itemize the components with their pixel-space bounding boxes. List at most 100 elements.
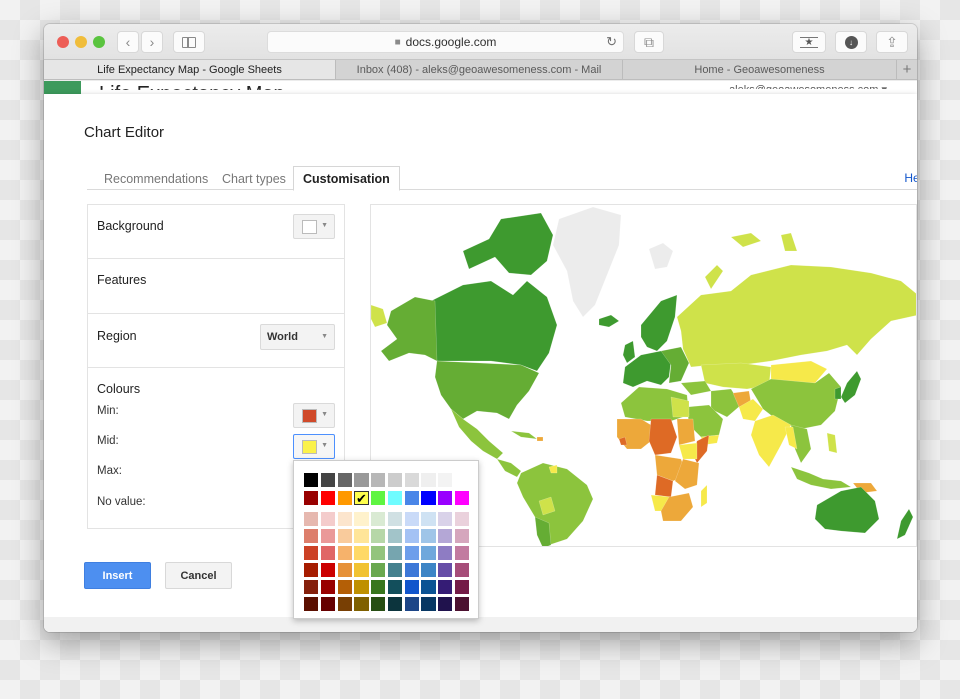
palette-swatch[interactable]: [455, 529, 470, 544]
share-button[interactable]: ⇪: [876, 31, 908, 53]
palette-swatch[interactable]: [337, 529, 352, 544]
region-turkey[interactable]: [680, 380, 712, 396]
palette-swatch[interactable]: [404, 563, 419, 578]
palette-swatch[interactable]: [455, 491, 470, 506]
address-bar[interactable]: ■ docs.google.com ↻: [267, 31, 624, 53]
palette-swatch[interactable]: [371, 546, 386, 561]
palette-swatch[interactable]: [304, 580, 319, 595]
palette-swatch[interactable]: [387, 512, 403, 527]
features-section[interactable]: Features: [88, 259, 344, 314]
insert-button[interactable]: Insert: [84, 562, 151, 589]
palette-swatch[interactable]: [438, 473, 453, 488]
palette-swatch[interactable]: [387, 473, 403, 488]
mid-color-button[interactable]: ▼: [293, 434, 335, 459]
region-south-america[interactable]: [516, 462, 594, 546]
palette-swatch[interactable]: [438, 546, 453, 561]
palette-swatch[interactable]: [354, 597, 369, 612]
palette-swatch[interactable]: [320, 597, 335, 612]
palette-swatch[interactable]: [404, 512, 419, 527]
region-severnaya[interactable]: [780, 232, 798, 252]
palette-swatch[interactable]: [438, 491, 453, 506]
palette-swatch[interactable]: [304, 597, 319, 612]
region-india[interactable]: [750, 414, 792, 468]
region-scandinavia[interactable]: [640, 294, 678, 352]
forward-button[interactable]: ›: [141, 31, 163, 53]
palette-swatch[interactable]: [404, 597, 419, 612]
palette-swatch[interactable]: [404, 580, 419, 595]
palette-swatch[interactable]: [354, 529, 369, 544]
region-mexico[interactable]: [450, 408, 504, 460]
palette-swatch[interactable]: [320, 563, 335, 578]
palette-swatch[interactable]: [421, 529, 436, 544]
region-sudan[interactable]: [676, 418, 696, 446]
palette-swatch[interactable]: [387, 529, 403, 544]
region-japan[interactable]: [840, 370, 862, 404]
tab-overview-button[interactable]: ⧉: [634, 31, 664, 53]
region-siberian-islands[interactable]: [730, 232, 762, 248]
region-ethiopia[interactable]: [678, 442, 698, 460]
palette-swatch[interactable]: [304, 491, 319, 506]
region-canada[interactable]: [430, 280, 558, 372]
palette-swatch[interactable]: [337, 563, 352, 578]
close-window-button[interactable]: [57, 36, 69, 48]
region-new-zealand[interactable]: [896, 508, 914, 540]
browser-tab-sheets[interactable]: Life Expectancy Map - Google Sheets: [44, 60, 336, 79]
palette-swatch[interactable]: [371, 512, 386, 527]
palette-swatch[interactable]: [304, 563, 319, 578]
region-canada-arctic[interactable]: [462, 212, 554, 276]
region-haiti[interactable]: [536, 436, 544, 442]
palette-swatch[interactable]: [455, 580, 470, 595]
region-madagascar[interactable]: [700, 484, 708, 508]
palette-swatch[interactable]: [421, 546, 436, 561]
reading-list-button[interactable]: ★: [792, 31, 826, 53]
region-korea[interactable]: [834, 386, 842, 400]
palette-swatch[interactable]: [320, 473, 335, 488]
tab-recommendations[interactable]: Recommendations: [95, 166, 217, 191]
palette-swatch[interactable]: [387, 597, 403, 612]
palette-swatch[interactable]: [371, 563, 386, 578]
palette-swatch[interactable]: [421, 512, 436, 527]
palette-swatch[interactable]: [438, 529, 453, 544]
region-greenland[interactable]: [552, 206, 622, 318]
palette-swatch[interactable]: [337, 546, 352, 561]
palette-swatch[interactable]: [304, 473, 319, 488]
palette-swatch[interactable]: [371, 597, 386, 612]
palette-swatch[interactable]: [371, 529, 386, 544]
sidebar-button[interactable]: [173, 31, 205, 53]
palette-swatch[interactable]: [320, 512, 335, 527]
minimize-window-button[interactable]: [75, 36, 87, 48]
palette-swatch[interactable]: [421, 597, 436, 612]
palette-swatch[interactable]: [404, 546, 419, 561]
palette-swatch[interactable]: [320, 491, 335, 506]
zoom-window-button[interactable]: [93, 36, 105, 48]
palette-swatch[interactable]: [371, 473, 386, 488]
palette-swatch[interactable]: [354, 546, 369, 561]
palette-swatch[interactable]: [354, 512, 369, 527]
palette-swatch[interactable]: [320, 546, 335, 561]
palette-swatch[interactable]: [371, 491, 386, 506]
palette-swatch[interactable]: [337, 473, 352, 488]
palette-swatch[interactable]: [354, 580, 369, 595]
region-central-america[interactable]: [496, 458, 522, 478]
region-uk[interactable]: [622, 340, 636, 364]
palette-swatch[interactable]: [404, 491, 419, 506]
browser-tab-mail[interactable]: Inbox (408) - aleks@geoawesomeness.com -…: [336, 60, 623, 79]
tab-chart-types[interactable]: Chart types: [213, 166, 295, 191]
palette-swatch[interactable]: [371, 580, 386, 595]
palette-swatch[interactable]: [421, 580, 436, 595]
palette-swatch[interactable]: [421, 473, 436, 488]
palette-swatch[interactable]: [304, 546, 319, 561]
region-chad-niger[interactable]: [648, 418, 678, 456]
palette-swatch[interactable]: [304, 529, 319, 544]
region-alaska[interactable]: [380, 296, 438, 362]
region-indonesia[interactable]: [790, 466, 852, 490]
palette-swatch[interactable]: [337, 491, 352, 506]
palette-swatch[interactable]: [455, 546, 470, 561]
palette-swatch[interactable]: [320, 580, 335, 595]
min-color-button[interactable]: ▼: [293, 403, 335, 428]
palette-swatch[interactable]: [438, 580, 453, 595]
region-philippines[interactable]: [826, 432, 838, 454]
region-australia[interactable]: [814, 486, 880, 534]
background-color-button[interactable]: ▼: [293, 214, 335, 239]
palette-swatch[interactable]: [455, 563, 470, 578]
